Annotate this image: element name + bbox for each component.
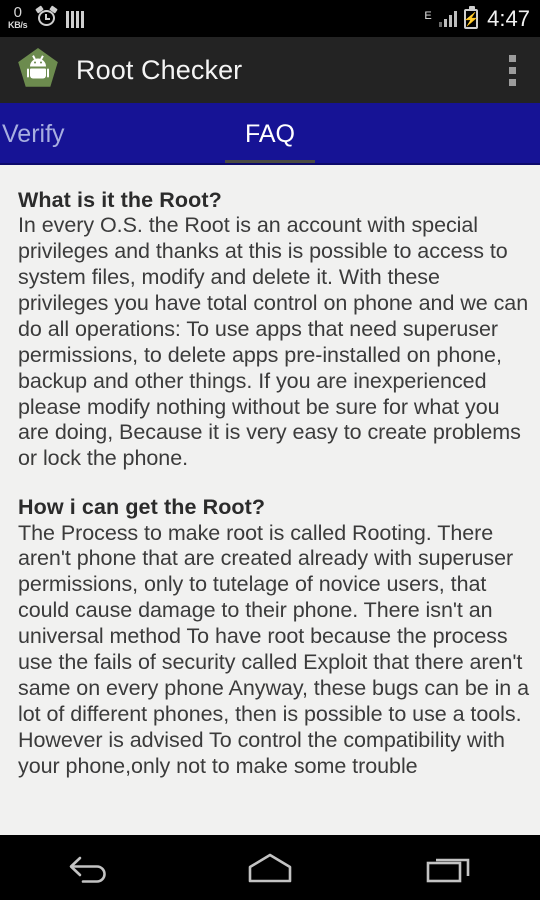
home-nav-button[interactable]	[215, 835, 325, 900]
tab-verify-label: Verify	[2, 119, 65, 148]
faq-section: How i can get the Root? The Process to m…	[18, 494, 530, 779]
alarm-hand-horizontal	[45, 17, 51, 20]
faq-body: In every O.S. the Root is an account wit…	[18, 213, 529, 471]
root-checker-android-logo	[16, 47, 60, 92]
network-type-label: E	[424, 9, 432, 22]
network-speed-value: 0	[13, 3, 22, 21]
robot-arm-right	[46, 68, 50, 78]
status-bar-left: 0 KB/s	[8, 3, 85, 33]
overflow-menu-icon[interactable]	[498, 48, 526, 92]
alarm-clock-icon	[35, 4, 59, 28]
status-bar-right: E ⚡ 4:47	[424, 5, 530, 32]
back-arrow-icon	[69, 856, 106, 883]
phone-screen: 0 KB/s E ⚡ 4:47 Root Checker Verify FAQ …	[0, 0, 540, 900]
signal-bars-icon	[438, 10, 458, 27]
status-bar: 0 KB/s E ⚡ 4:47	[0, 0, 540, 37]
network-speed-unit: KB/s	[8, 19, 28, 30]
back-nav-button[interactable]	[35, 835, 145, 900]
robot-body	[30, 68, 46, 79]
recents-icon	[426, 858, 470, 882]
faq-section: What is it the Root? In every O.S. the R…	[18, 187, 530, 472]
robot-eye-right	[40, 61, 42, 64]
robot-head	[30, 58, 46, 67]
android-robot-icon	[26, 55, 50, 80]
tab-bar: Verify FAQ	[0, 103, 540, 165]
app-title: Root Checker	[76, 54, 243, 85]
tab-verify[interactable]: Verify	[0, 103, 225, 165]
faq-body: The Process to make root is called Rooti…	[18, 520, 530, 778]
home-icon	[248, 853, 292, 882]
faq-heading: What is it the Root?	[18, 188, 222, 212]
app-bar: Root Checker	[0, 37, 540, 103]
network-speed-indicator: 0 KB/s	[8, 3, 28, 33]
equalizer-bars-icon	[66, 10, 85, 28]
recents-nav-button[interactable]	[395, 835, 505, 900]
faq-content[interactable]: What is it the Root? In every O.S. the R…	[0, 165, 540, 850]
battery-bolt-glyph: ⚡	[463, 11, 480, 26]
navigation-bar	[0, 835, 540, 900]
battery-charging-icon: ⚡	[463, 5, 480, 29]
robot-eye-left	[34, 61, 36, 64]
tab-faq-label: FAQ	[244, 119, 295, 148]
status-bar-clock: 4:47	[487, 5, 530, 31]
robot-arm-left	[26, 68, 30, 78]
tab-faq[interactable]: FAQ	[225, 103, 315, 165]
faq-heading: How i can get the Root?	[18, 495, 266, 520]
